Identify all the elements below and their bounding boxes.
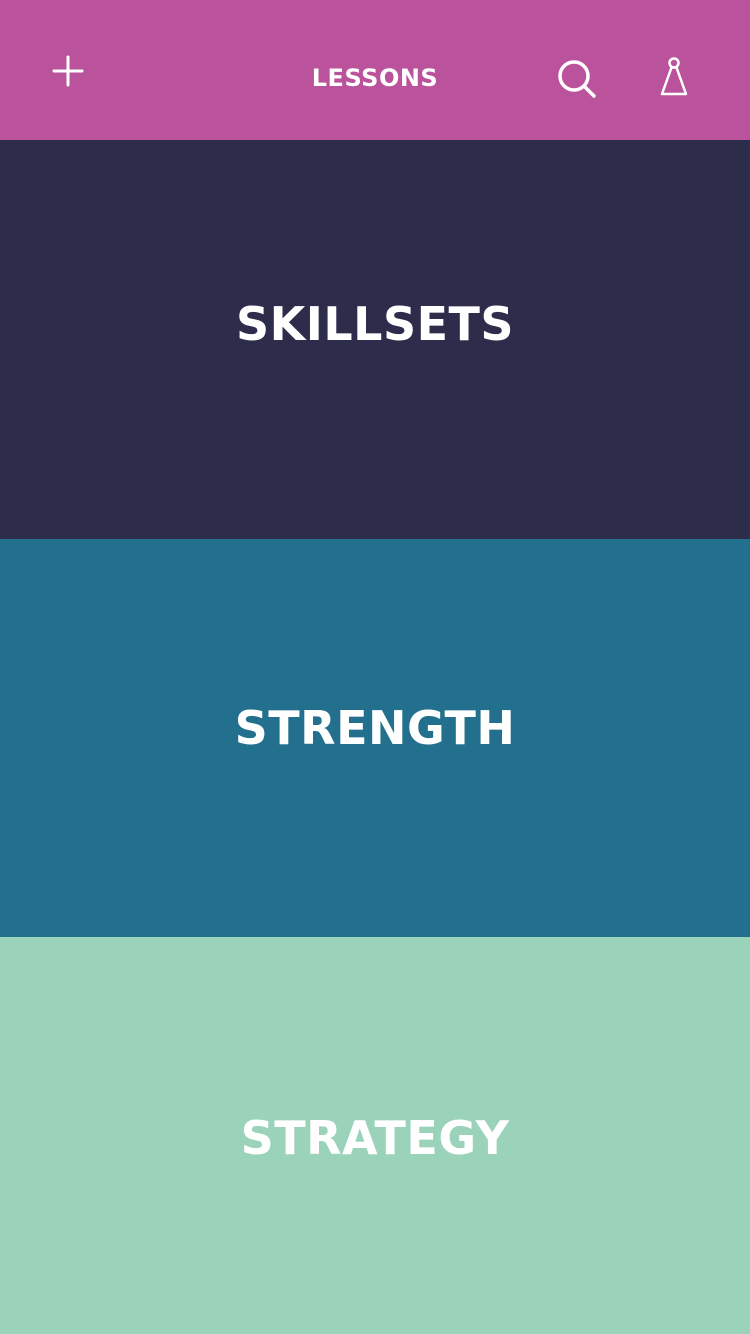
search-icon — [558, 60, 596, 98]
profile-button[interactable] — [648, 48, 700, 108]
search-button[interactable] — [548, 50, 606, 108]
top-navigation-bar: LESSONS — [0, 0, 750, 140]
page-title: LESSONS — [311, 64, 439, 92]
tile-label-strength: STRENGTH — [234, 701, 516, 755]
plus-icon — [52, 55, 84, 87]
tile-strength[interactable]: STRENGTH — [0, 539, 750, 937]
add-button[interactable] — [40, 44, 96, 100]
tile-label-strategy: STRATEGY — [240, 1111, 510, 1165]
tile-skillsets[interactable]: SKILLSETS — [0, 140, 750, 539]
tile-strategy[interactable]: STRATEGY — [0, 937, 750, 1334]
tile-label-skillsets: SKILLSETS — [235, 297, 515, 351]
chess-pawn-icon — [660, 57, 688, 96]
lessons-screen: LESSONS SKILLSETS STRENGTH STRATEGY — [0, 0, 750, 1334]
